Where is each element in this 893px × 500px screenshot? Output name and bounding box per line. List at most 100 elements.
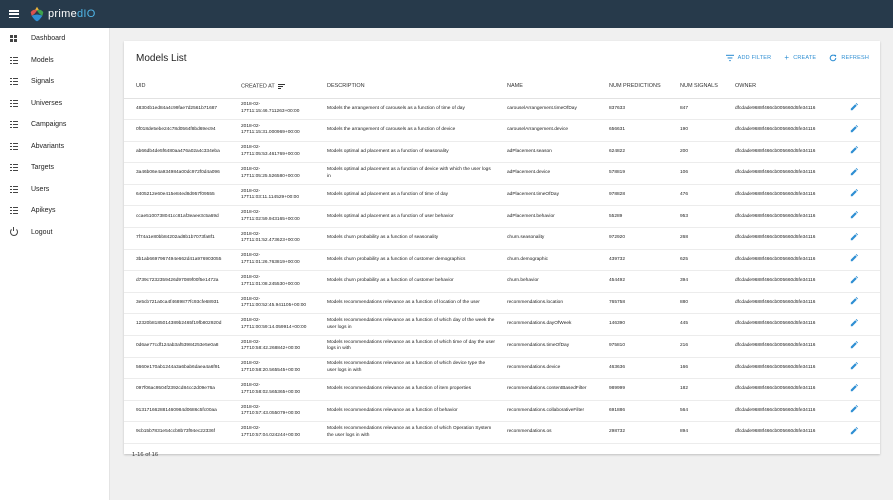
edit-icon[interactable] xyxy=(850,275,858,284)
cell-created-at: 2018-02- 17T11:15:31.000969+00:00 xyxy=(229,119,315,142)
sidebar-item-logout[interactable]: Logout xyxy=(0,222,109,244)
sidebar-item-users[interactable]: Users xyxy=(0,179,109,201)
cell-description: Models optimal ad placement as a functio… xyxy=(315,184,495,207)
cell-owner: dfcdade9688f466cb005660d5fe34116 xyxy=(723,400,838,423)
column-header-description[interactable]: DESCRIPTION xyxy=(315,75,495,99)
sidebar-item-targets[interactable]: Targets xyxy=(0,157,109,179)
column-header-name[interactable]: NAME xyxy=(495,75,597,99)
edit-icon[interactable] xyxy=(850,318,858,327)
cell-description: Models optimal ad placement as a functio… xyxy=(315,162,495,185)
cell-description: Models churn probability as a function o… xyxy=(315,270,495,293)
table-row[interactable]: 0f018de5ebe24c78d0564f8bd69ec94 2018-02- 1… xyxy=(124,119,880,142)
table-row[interactable]: 48304b1ed84a4c99fae7d2561b71687 2018-02- 1… xyxy=(124,98,880,121)
models-table: UID CREATED AT DESCRIPTION NAME NUM PRED… xyxy=(124,75,880,444)
pagination: 1-16 of 16 xyxy=(132,452,159,458)
cell-owner: dfcdade9688f466cb005660d5fe34116 xyxy=(723,162,838,185)
edit-icon[interactable] xyxy=(850,426,858,435)
cell-num-signals: 166 xyxy=(668,357,723,380)
cell-actions xyxy=(838,378,880,401)
edit-icon[interactable] xyxy=(850,211,858,219)
sidebar-item-signals[interactable]: Signals xyxy=(0,71,109,93)
cell-uid: 6405212e60e415e84ed8d957f09555 xyxy=(124,184,229,207)
cell-name: carouselArrangement.timeOfDay xyxy=(495,98,597,121)
sidebar-item-campaigns[interactable]: Campaigns xyxy=(0,114,109,136)
edit-icon[interactable] xyxy=(850,232,858,241)
column-header-actions xyxy=(838,75,880,99)
cell-num-predictions: 55289 xyxy=(597,205,668,229)
column-header-num-signals[interactable]: NUM SIGNALS xyxy=(668,75,723,99)
edit-icon[interactable] xyxy=(850,189,858,197)
cell-name: recommendations.os xyxy=(495,421,597,444)
edit-icon[interactable] xyxy=(850,405,858,413)
sidebar-item-dashboard[interactable]: Dashboard xyxy=(0,28,109,50)
edit-icon[interactable] xyxy=(850,124,858,133)
table-row[interactable]: 12320b8185014389b2465f19fb802920d 2018-02… xyxy=(124,313,880,337)
table-row[interactable]: ccae5100738041cc81af3eaee3c5a69d 2018-02-… xyxy=(124,205,880,229)
table-row[interactable]: 6405212e60e415e84ed8d957f09555 2018-02- 17… xyxy=(124,184,880,207)
cell-uid: 5660e170ab1244a3a6bab6daea4a6f91 xyxy=(124,357,229,380)
cell-actions xyxy=(838,162,880,185)
cell-num-signals: 200 xyxy=(668,141,723,164)
cell-created-at: 2018-02- 17T11:01:08.245530+00:00 xyxy=(229,270,315,293)
column-header-created-at[interactable]: CREATED AT xyxy=(229,75,315,99)
table-row[interactable]: 7f74a1e80bb84202ad8b1b7073fa8f1 2018-02- 1… xyxy=(124,227,880,250)
table-row[interactable]: 913171662881460984d0686c5fc00aa 2018-02- 1… xyxy=(124,400,880,423)
cell-created-at: 2018-02- 17T11:05:25.526580+00:00 xyxy=(229,162,315,185)
plus-icon: + xyxy=(784,53,790,62)
cell-actions xyxy=(838,292,880,315)
cell-num-predictions: 656631 xyxy=(597,119,668,142)
edit-icon[interactable] xyxy=(850,383,858,392)
edit-icon[interactable] xyxy=(850,254,858,262)
cell-name: recommendations.contentBasedFilter xyxy=(495,378,597,401)
app-bar: primedIO xyxy=(0,0,893,28)
cell-created-at: 2018-02- 17T11:15:46.711263+00:00 xyxy=(229,98,315,121)
cell-description: Models the arrangement of carousels as a… xyxy=(315,98,495,121)
edit-icon[interactable] xyxy=(850,146,858,154)
refresh-button[interactable]: REFRESH xyxy=(829,54,869,62)
dashboard-icon xyxy=(9,34,18,43)
create-label: CREATE xyxy=(793,55,817,61)
edit-icon[interactable] xyxy=(850,103,858,111)
table-row[interactable]: 3b1ab6697967494e662d41a976903055 2018-02-… xyxy=(124,249,880,272)
sidebar-item-universes[interactable]: Universes xyxy=(0,93,109,115)
cell-name: recommendations.timeOfDay xyxy=(495,335,597,358)
cell-uid: ab66db4de5f6480aa476a02a4c334eba xyxy=(124,141,229,164)
cell-name: churn.behavior xyxy=(495,270,597,293)
list-icon xyxy=(9,163,18,172)
menu-button[interactable] xyxy=(0,0,28,28)
sidebar-item-apikeys[interactable]: Apikeys xyxy=(0,200,109,222)
cell-created-at: 2018-02- 17T10:58:20.565545+00:00 xyxy=(229,357,315,380)
column-header-uid[interactable]: UID xyxy=(124,75,229,99)
table-row[interactable]: ab66db4de5f6480aa476a02a4c334eba 2018-02-… xyxy=(124,141,880,164)
list-icon xyxy=(9,99,18,108)
table-row[interactable]: 9cb15b7831e54ccb8b73f94ec22336f 2018-02- 1… xyxy=(124,421,880,444)
edit-icon[interactable] xyxy=(850,340,858,349)
table-row[interactable]: 0d6ae77cdf124ab3af53984253e5e0a8 2018-02-… xyxy=(124,335,880,358)
create-button[interactable]: + CREATE xyxy=(784,54,816,62)
table-row[interactable]: 3a46b06e4a934984a00dc972f0d4a096 2018-02-… xyxy=(124,162,880,185)
list-icon xyxy=(9,142,18,151)
cell-created-at: 2018-02- 17T11:03:11.114529+00:00 xyxy=(229,184,315,207)
table-row[interactable]: 3e5cb721a0ca4f4689877fc93cfe68931 2018-02… xyxy=(124,292,880,315)
column-header-num-predictions[interactable]: NUM PREDICTIONS xyxy=(597,75,668,99)
edit-icon[interactable] xyxy=(850,362,858,370)
column-header-owner[interactable]: OWNER xyxy=(723,75,838,99)
cell-num-signals: 847 xyxy=(668,98,723,121)
add-filter-button[interactable]: ADD FILTER xyxy=(725,54,772,62)
list-icon xyxy=(9,206,18,215)
cell-description: Models optimal ad placement as a functio… xyxy=(315,141,495,164)
table-row[interactable]: d739c7232359426d97089f00f5e1472a 2018-02-… xyxy=(124,270,880,293)
sidebar-item-abvariants[interactable]: Abvariants xyxy=(0,136,109,158)
cell-actions xyxy=(838,421,880,444)
add-filter-label: ADD FILTER xyxy=(737,55,772,61)
table-row[interactable]: 097f06ac9504f2392cd84cc2d09e76a 2018-02- 1… xyxy=(124,378,880,401)
toolbar: ADD FILTER + CREATE REFRESH xyxy=(713,54,869,62)
cell-actions xyxy=(838,249,880,272)
cell-num-signals: 268 xyxy=(668,227,723,250)
sidebar-item-models[interactable]: Models xyxy=(0,50,109,72)
cell-actions xyxy=(838,357,880,380)
table-row[interactable]: 5660e170ab1244a3a6bab6daea4a6f91 2018-02-… xyxy=(124,357,880,380)
edit-icon[interactable] xyxy=(850,297,858,305)
edit-icon[interactable] xyxy=(850,167,858,176)
cell-name: adPlacement.behavior xyxy=(495,205,597,229)
